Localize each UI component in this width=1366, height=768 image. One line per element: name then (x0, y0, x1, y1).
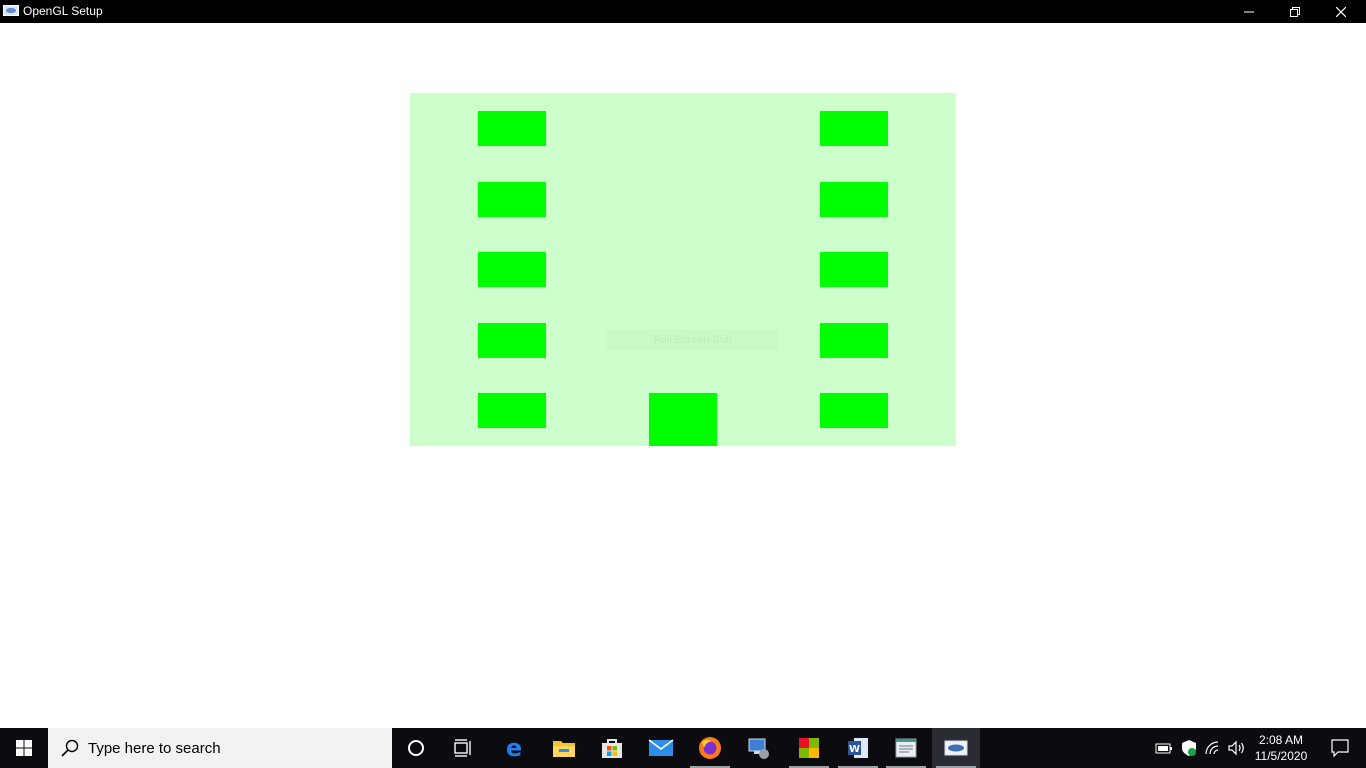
cortana-button[interactable] (392, 728, 440, 768)
mail-icon (648, 739, 674, 756)
battery-icon (1155, 743, 1172, 754)
green-block (820, 182, 888, 217)
notification-icon (1331, 739, 1349, 757)
svg-text:W: W (849, 744, 860, 755)
cortana-icon (408, 740, 424, 756)
store-icon (602, 739, 622, 758)
title-bar: OpenGL Setup (0, 0, 1366, 23)
opengl-canvas[interactable]: Full Screen Sub (410, 93, 956, 446)
volume-tray-button[interactable] (1227, 738, 1247, 758)
start-button[interactable] (0, 728, 48, 768)
green-block (478, 182, 546, 217)
remote-desktop-button[interactable] (735, 728, 783, 768)
green-block (478, 252, 546, 287)
notepad-button[interactable] (882, 728, 930, 768)
shield-icon (1182, 740, 1196, 756)
search-box[interactable]: Type here to search (48, 728, 392, 768)
clock[interactable]: 2:08 AM 11/5/2020 (1250, 732, 1312, 764)
taskbar: Type here to search e W 2:08 AM 11/5/202… (0, 728, 1366, 768)
task-view-button[interactable] (440, 728, 488, 768)
edge-icon: e (506, 736, 522, 760)
green-block (820, 323, 888, 358)
task-view-icon (454, 739, 471, 757)
action-center-button[interactable] (1320, 728, 1360, 768)
minimize-button[interactable] (1226, 0, 1272, 23)
opengl-app-icon (944, 740, 968, 756)
opengl-app-icon (3, 5, 19, 16)
clock-date: 11/5/2020 (1254, 749, 1308, 763)
green-block (820, 252, 888, 287)
green-block (820, 111, 888, 146)
store-button[interactable] (588, 728, 636, 768)
firefox-icon (699, 737, 721, 759)
battery-tray-button[interactable] (1154, 738, 1174, 758)
edge-button[interactable]: e (490, 728, 538, 768)
file-explorer-icon (553, 741, 575, 757)
close-button[interactable] (1318, 0, 1364, 23)
network-tray-button[interactable] (1203, 738, 1223, 758)
player-block (649, 393, 717, 446)
word-button[interactable]: W (834, 728, 882, 768)
firefox-button[interactable] (686, 728, 734, 768)
mail-button[interactable] (637, 728, 685, 768)
app-icon (799, 738, 819, 758)
faded-overlay-label: Full Screen Sub (607, 329, 779, 351)
remote-desktop-icon (748, 738, 769, 759)
green-block (820, 393, 888, 428)
restore-icon (1290, 6, 1300, 17)
svg-text:e: e (506, 736, 522, 760)
restore-button[interactable] (1272, 0, 1318, 23)
word-icon: W (848, 738, 868, 758)
opengl-taskbar-button[interactable] (932, 728, 980, 768)
search-icon (61, 739, 79, 757)
notepad-icon (895, 738, 917, 758)
windows-logo-icon (16, 740, 32, 756)
green-block (478, 111, 546, 146)
minimize-icon (1244, 11, 1254, 12)
wifi-icon (1205, 741, 1219, 755)
security-tray-button[interactable] (1179, 738, 1199, 758)
search-placeholder: Type here to search (88, 740, 221, 757)
app-button[interactable] (785, 728, 833, 768)
green-block (478, 323, 546, 358)
file-explorer-button[interactable] (540, 728, 588, 768)
clock-time: 2:08 AM (1258, 733, 1304, 747)
volume-icon (1228, 740, 1244, 756)
green-block (478, 393, 546, 428)
close-icon (1336, 6, 1346, 17)
window-title: OpenGL Setup (23, 4, 103, 18)
